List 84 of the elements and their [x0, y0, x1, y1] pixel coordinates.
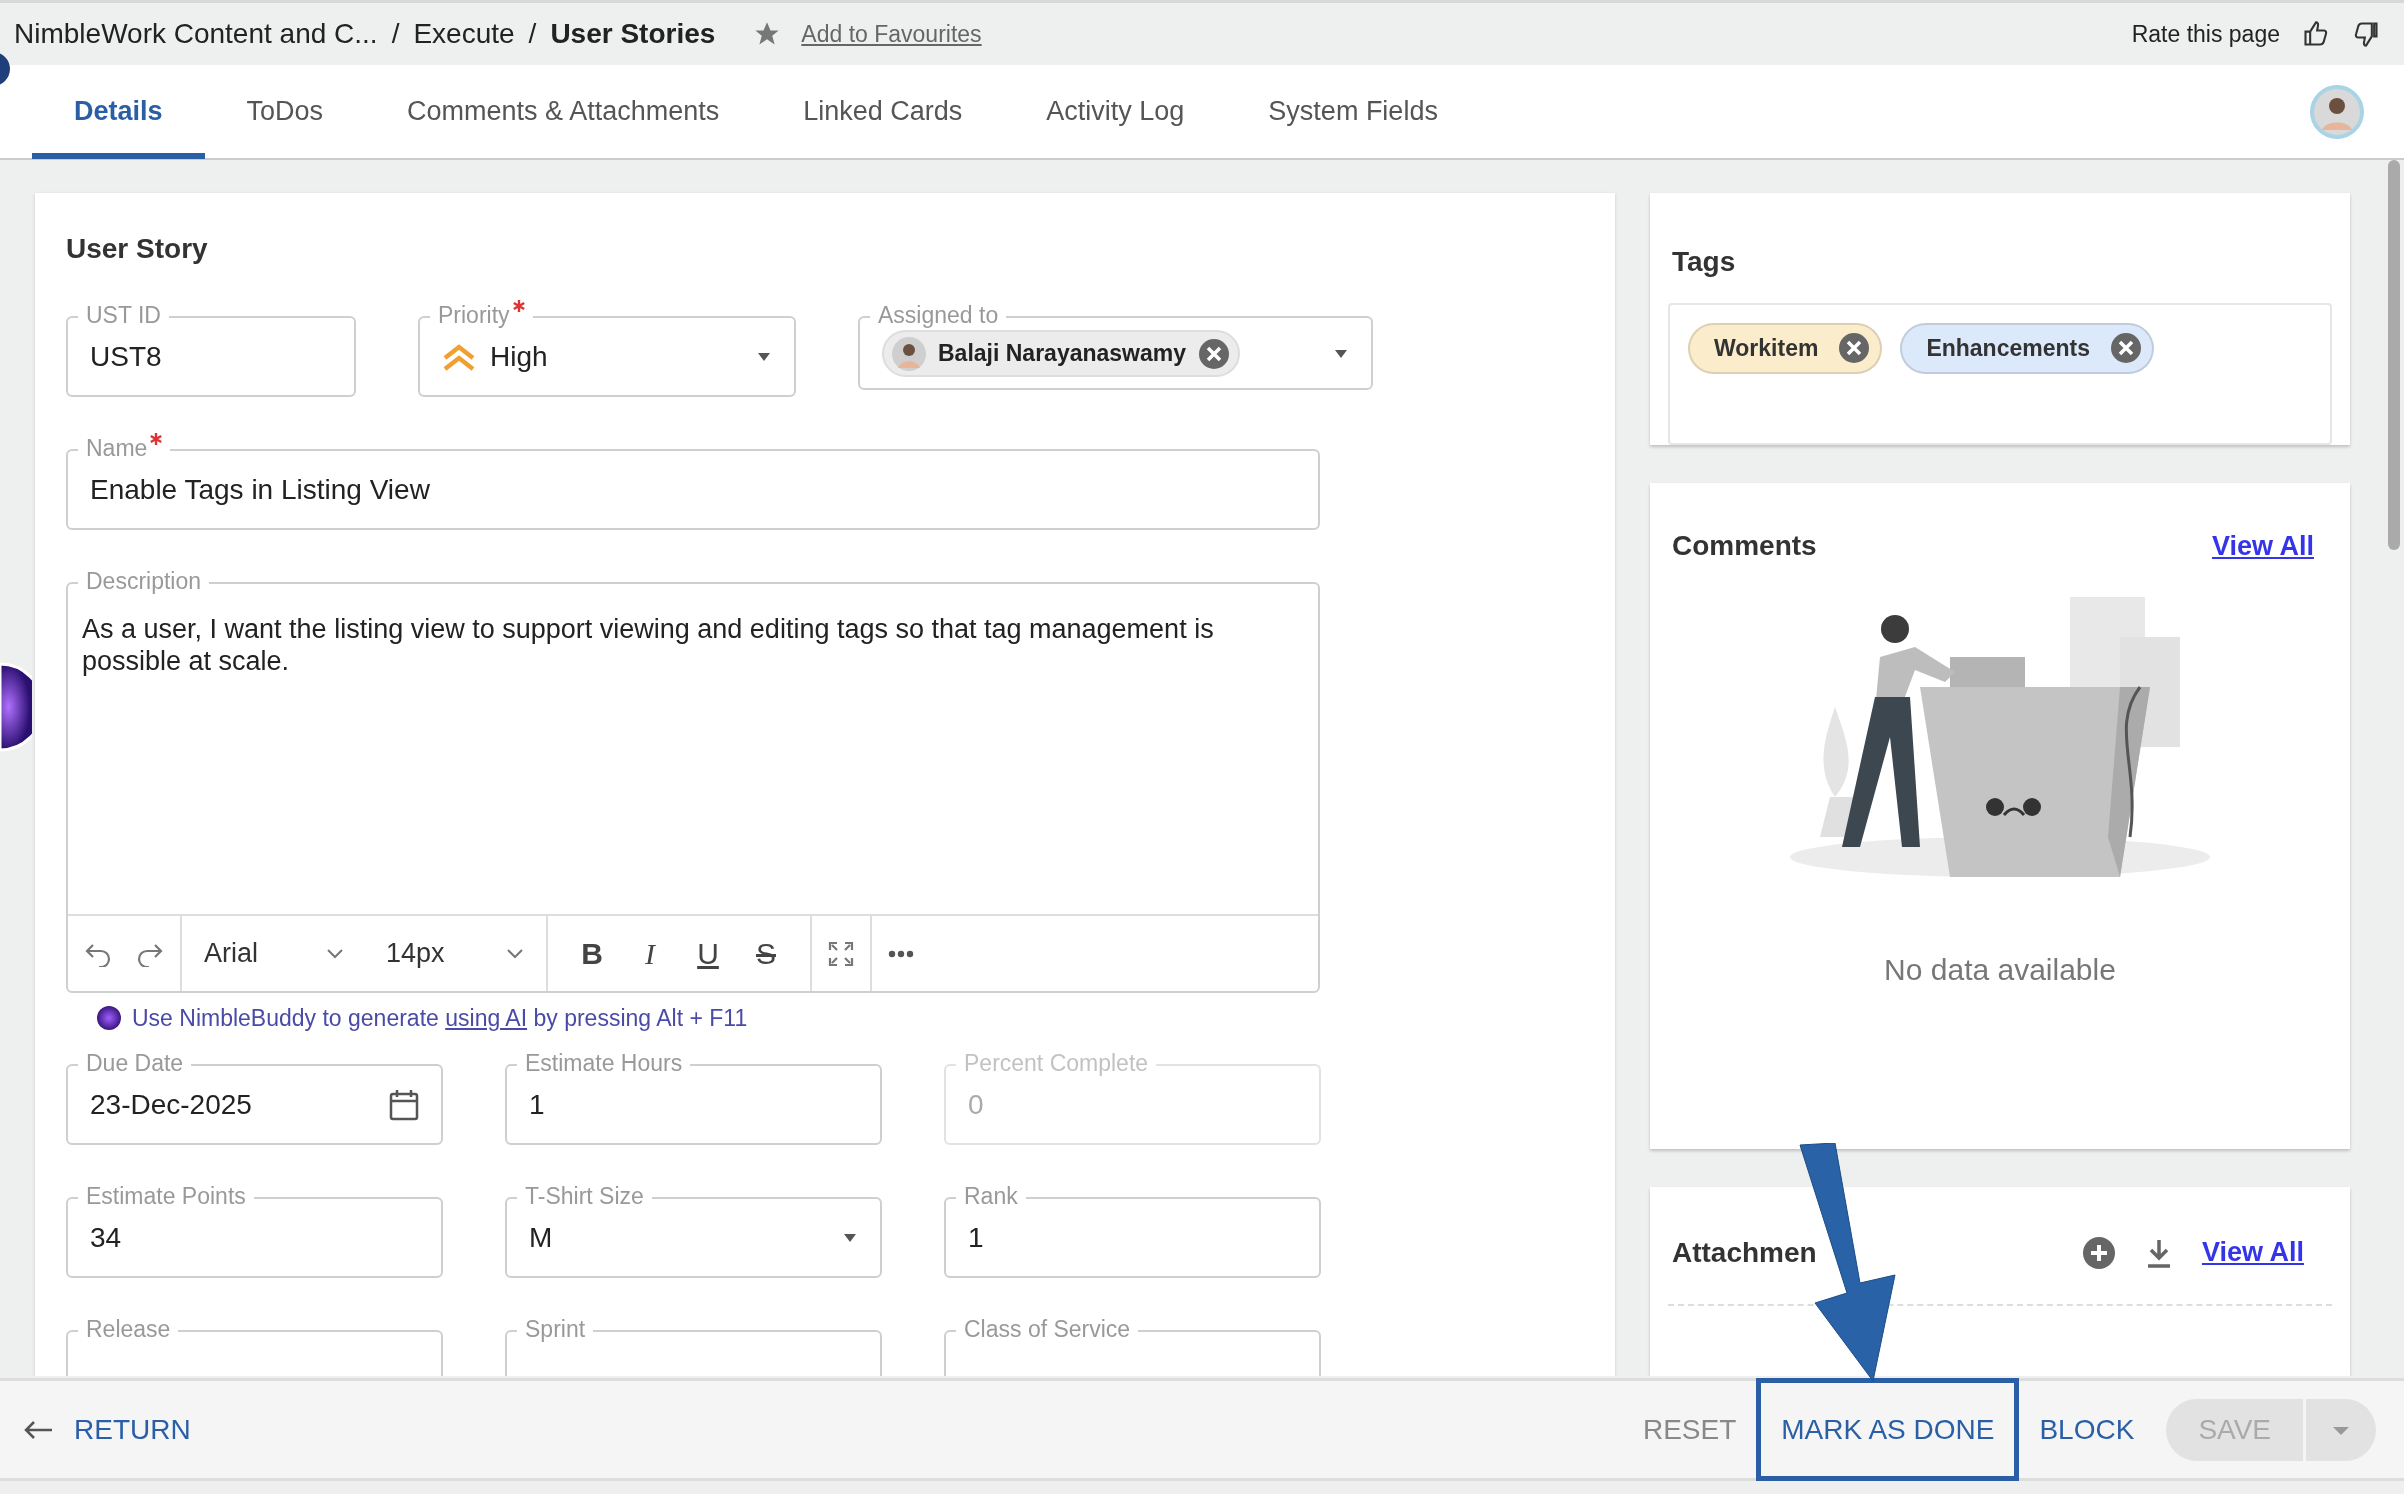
ai-assistant-icon[interactable] [0, 662, 32, 752]
text-field[interactable]: Estimate Points 34 [66, 1180, 443, 1278]
user-chip[interactable]: Balaji Narayanaswamy [882, 330, 1241, 377]
field-label: Rank [964, 1181, 1018, 1211]
add-icon[interactable] [2081, 1235, 2116, 1270]
select-field[interactable]: T-Shirt Size M [505, 1180, 882, 1278]
italic-button[interactable]: I [630, 931, 670, 976]
field-label: Estimate Points [86, 1181, 246, 1211]
text-field[interactable]: UST ID UST8 [66, 300, 356, 397]
calendar-icon[interactable] [389, 1088, 419, 1121]
select-field[interactable]: Priority High [418, 300, 796, 397]
priority-high-icon [442, 342, 476, 372]
back-arrow-icon [24, 1419, 54, 1440]
caret-icon[interactable] [842, 1232, 858, 1243]
tab[interactable]: System Fields [1226, 64, 1480, 159]
section-title: User Story [66, 232, 209, 266]
field-label: Priority [438, 301, 510, 330]
card-title: Comments [1672, 529, 1817, 563]
remove-icon[interactable] [1198, 337, 1231, 370]
chevron-icon [326, 947, 344, 960]
bold-button[interactable]: B [572, 931, 612, 976]
caret-icon[interactable] [1333, 348, 1349, 359]
tag-chip[interactable]: Workitem [1688, 323, 1883, 374]
breadcrumb-separator: / [528, 17, 537, 51]
thumbs-up-icon[interactable] [2302, 20, 2330, 48]
underline-button[interactable]: U [688, 931, 728, 976]
breadcrumb-link[interactable]: NimbleWork Content and C... [14, 13, 378, 55]
avatar [892, 336, 926, 371]
ai-orb-icon [96, 1005, 122, 1032]
font-size-select[interactable]: 14px [380, 932, 530, 975]
field-label: Release [86, 1314, 171, 1344]
mark-done-button[interactable]: MARK AS DONE [1756, 1378, 2020, 1481]
empty-state-text: No data available [1884, 952, 2116, 988]
tag-label: Enhancements [1926, 334, 2090, 363]
more-icon[interactable] [888, 949, 914, 958]
block-button[interactable]: BLOCK [2029, 1408, 2145, 1451]
breadcrumb-separator: / [391, 17, 400, 51]
link[interactable]: using AI [445, 1005, 528, 1031]
tag-chip[interactable]: Enhancements [1900, 323, 2154, 374]
thumbs-down-icon[interactable] [2352, 20, 2380, 48]
scrollbar[interactable] [2388, 160, 2400, 550]
field-label: Percent Complete [964, 1048, 1149, 1078]
field-label: Assigned to [878, 301, 999, 330]
view-all-link[interactable]: View All [2211, 525, 2314, 567]
field-label: Due Date [86, 1048, 184, 1078]
field-label: Sprint [525, 1314, 586, 1344]
font-select[interactable]: Arial [198, 932, 350, 975]
card-title: Tags [1671, 245, 1737, 279]
breadcrumb-link[interactable]: Execute [413, 13, 515, 55]
tab[interactable]: Details [32, 64, 205, 159]
field-label: T-Shirt Size [525, 1181, 644, 1211]
tab[interactable]: Comments & Attachments [365, 64, 762, 159]
rate-label: Rate this page [2131, 19, 2280, 49]
field-label: Class of Service [964, 1314, 1131, 1344]
remove-icon[interactable] [1838, 332, 1871, 365]
card-title: Attachmen [1672, 1235, 1817, 1270]
text-field[interactable]: Rank 1 [944, 1180, 1321, 1278]
date-field[interactable]: Due Date 23-Dec-2025 [66, 1047, 443, 1145]
avatar[interactable] [2310, 84, 2364, 139]
rich-text-editor[interactable]: Description As a user, I want the listing view to support viewing and editing tags so that tag management is possible at scale. Arial 14px B I U S [66, 566, 1320, 993]
view-all-link[interactable]: View All [2201, 1232, 2304, 1273]
tab[interactable]: ToDos [204, 64, 366, 159]
field-label: Description [86, 567, 202, 596]
download-icon[interactable] [2145, 1237, 2172, 1268]
select-field[interactable]: Assigned to Balaji Narayanaswamy [858, 300, 1373, 390]
chevron-icon [506, 947, 524, 960]
tab[interactable]: Activity Log [1004, 64, 1227, 159]
tab[interactable]: Linked Cards [761, 64, 1005, 159]
caret-icon[interactable] [756, 352, 772, 362]
tag-input[interactable]: Workitem Enhancements [1668, 303, 2332, 445]
strikethrough-button[interactable]: S [746, 931, 786, 976]
field-label: UST ID [86, 301, 161, 330]
favourite-link[interactable]: Add to Favourites [801, 16, 982, 52]
ai-hint: Use NimbleBuddy to generate using AI by pressing Alt + F11 [132, 1004, 748, 1033]
return-button[interactable]: RETURN [14, 1408, 201, 1451]
field-label: Name [86, 434, 148, 463]
text-field[interactable]: Name Enable Tags in Listing View [66, 433, 1320, 530]
tag-label: Workitem [1714, 334, 1819, 363]
fullscreen-icon[interactable] [828, 940, 854, 967]
breadcrumb-link[interactable]: User Stories [550, 13, 716, 55]
remove-icon[interactable] [2110, 332, 2142, 365]
text-field[interactable]: Estimate Hours 1 [505, 1047, 882, 1145]
chip-label: Balaji Narayanaswamy [938, 339, 1187, 369]
field-label: Estimate Hours [525, 1048, 683, 1078]
